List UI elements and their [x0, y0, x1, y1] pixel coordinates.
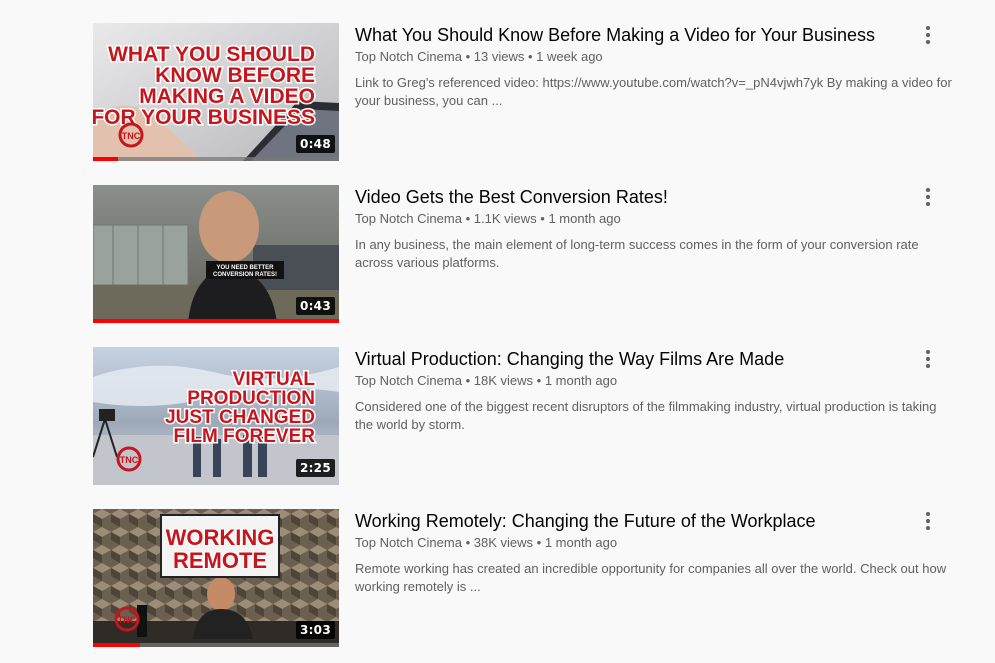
video-description: Remote working has created an incredible… — [355, 561, 947, 594]
more-vert-icon[interactable] — [916, 185, 940, 209]
channel-name[interactable]: Top Notch Cinema — [355, 373, 462, 388]
view-count: 13 views — [473, 49, 525, 64]
thumb-line-3: JUST CHANGED — [165, 407, 315, 428]
duration-badge: 2:25 — [295, 459, 335, 477]
channel-logo-icon: TNC — [116, 446, 142, 472]
video-item[interactable]: WORKING REMOTE TNC 3:03 Working Remotely… — [93, 509, 963, 649]
video-item[interactable]: WHAT YOU SHOULD KNOW BEFORE MAKING A VID… — [93, 23, 963, 163]
video-title[interactable]: Working Remotely: Changing the Future of… — [355, 509, 955, 533]
thumb-line-1: YOU NEED BETTER — [216, 265, 274, 271]
video-thumbnail[interactable]: YOU NEED BETTER CONVERSION RATES! 0:43 — [93, 185, 339, 323]
thumb-line-1: WHAT YOU SHOULD — [108, 43, 315, 66]
meta-separator: • — [465, 373, 471, 388]
svg-text:TNC: TNC — [118, 615, 137, 625]
video-details: Working Remotely: Changing the Future of… — [355, 509, 955, 596]
video-meta: Top Notch Cinema • 38K views • 1 month a… — [355, 534, 955, 552]
duration-badge: 0:48 — [295, 135, 335, 153]
meta-separator: • — [465, 535, 471, 550]
video-item[interactable]: YOU NEED BETTER CONVERSION RATES! 0:43 V… — [93, 185, 963, 325]
meta-separator: • — [527, 49, 533, 64]
video-details: Virtual Production: Changing the Way Fil… — [355, 347, 955, 434]
watch-progress-bar — [93, 157, 339, 161]
video-details: Video Gets the Best Conversion Rates! To… — [355, 185, 955, 272]
video-title[interactable]: What You Should Know Before Making a Vid… — [355, 23, 955, 47]
watch-progress-fill — [93, 643, 140, 647]
svg-text:TNC: TNC — [120, 455, 139, 465]
video-meta: Top Notch Cinema • 1.1K views • 1 month … — [355, 210, 955, 228]
thumb-line-1: WORKING — [166, 525, 275, 550]
video-description: In any business, the main element of lon… — [355, 237, 919, 270]
watch-progress-bar — [93, 319, 339, 323]
duration-badge: 3:03 — [295, 621, 335, 639]
view-count: 38K views — [473, 535, 534, 550]
watch-progress-bar — [93, 643, 339, 647]
channel-name[interactable]: Top Notch Cinema — [355, 535, 462, 550]
upload-age: 1 week ago — [536, 49, 603, 64]
thumb-line-2: REMOTE — [173, 548, 267, 573]
more-vert-icon[interactable] — [916, 509, 940, 533]
video-details: What You Should Know Before Making a Vid… — [355, 23, 955, 110]
thumb-line-3: MAKING A VIDEO — [139, 85, 315, 108]
svg-text:TNC: TNC — [122, 131, 141, 141]
upload-age: 1 month ago — [548, 211, 621, 226]
meta-separator: • — [536, 373, 542, 388]
video-thumbnail[interactable]: WHAT YOU SHOULD KNOW BEFORE MAKING A VID… — [93, 23, 339, 161]
upload-age: 1 month ago — [544, 535, 618, 550]
video-meta: Top Notch Cinema • 18K views • 1 month a… — [355, 372, 955, 390]
video-meta: Top Notch Cinema • 13 views • 1 week ago — [355, 48, 955, 66]
video-item[interactable]: VIRTUAL PRODUCTION JUST CHANGED FILM FOR… — [93, 347, 963, 487]
thumb-line-2: PRODUCTION — [187, 388, 315, 409]
video-description: Link to Greg's referenced video: https:/… — [355, 75, 952, 108]
upload-age: 1 month ago — [544, 373, 618, 388]
meta-separator: • — [536, 535, 542, 550]
watch-progress-fill — [93, 319, 339, 323]
video-title[interactable]: Video Gets the Best Conversion Rates! — [355, 185, 955, 209]
meta-separator: • — [540, 211, 545, 226]
video-title[interactable]: Virtual Production: Changing the Way Fil… — [355, 347, 955, 371]
channel-name[interactable]: Top Notch Cinema — [355, 211, 462, 226]
watch-progress-fill — [93, 157, 118, 161]
meta-separator: • — [465, 211, 471, 226]
thumb-line-1: VIRTUAL — [233, 369, 316, 390]
video-thumbnail[interactable]: WORKING REMOTE TNC 3:03 — [93, 509, 339, 647]
thumb-line-4: FILM FOREVER — [174, 426, 316, 447]
meta-separator: • — [465, 49, 471, 64]
view-count: 1.1K views — [473, 211, 537, 226]
duration-badge: 0:43 — [295, 297, 335, 315]
more-vert-icon[interactable] — [916, 347, 940, 371]
more-vert-icon[interactable] — [916, 23, 940, 47]
thumb-line-2: KNOW BEFORE — [155, 64, 315, 87]
channel-name[interactable]: Top Notch Cinema — [355, 49, 462, 64]
video-description: Considered one of the biggest recent dis… — [355, 399, 937, 432]
thumb-line-2: CONVERSION RATES! — [213, 272, 277, 278]
channel-logo-icon: TNC — [114, 606, 140, 632]
video-thumbnail[interactable]: VIRTUAL PRODUCTION JUST CHANGED FILM FOR… — [93, 347, 339, 485]
view-count: 18K views — [473, 373, 534, 388]
